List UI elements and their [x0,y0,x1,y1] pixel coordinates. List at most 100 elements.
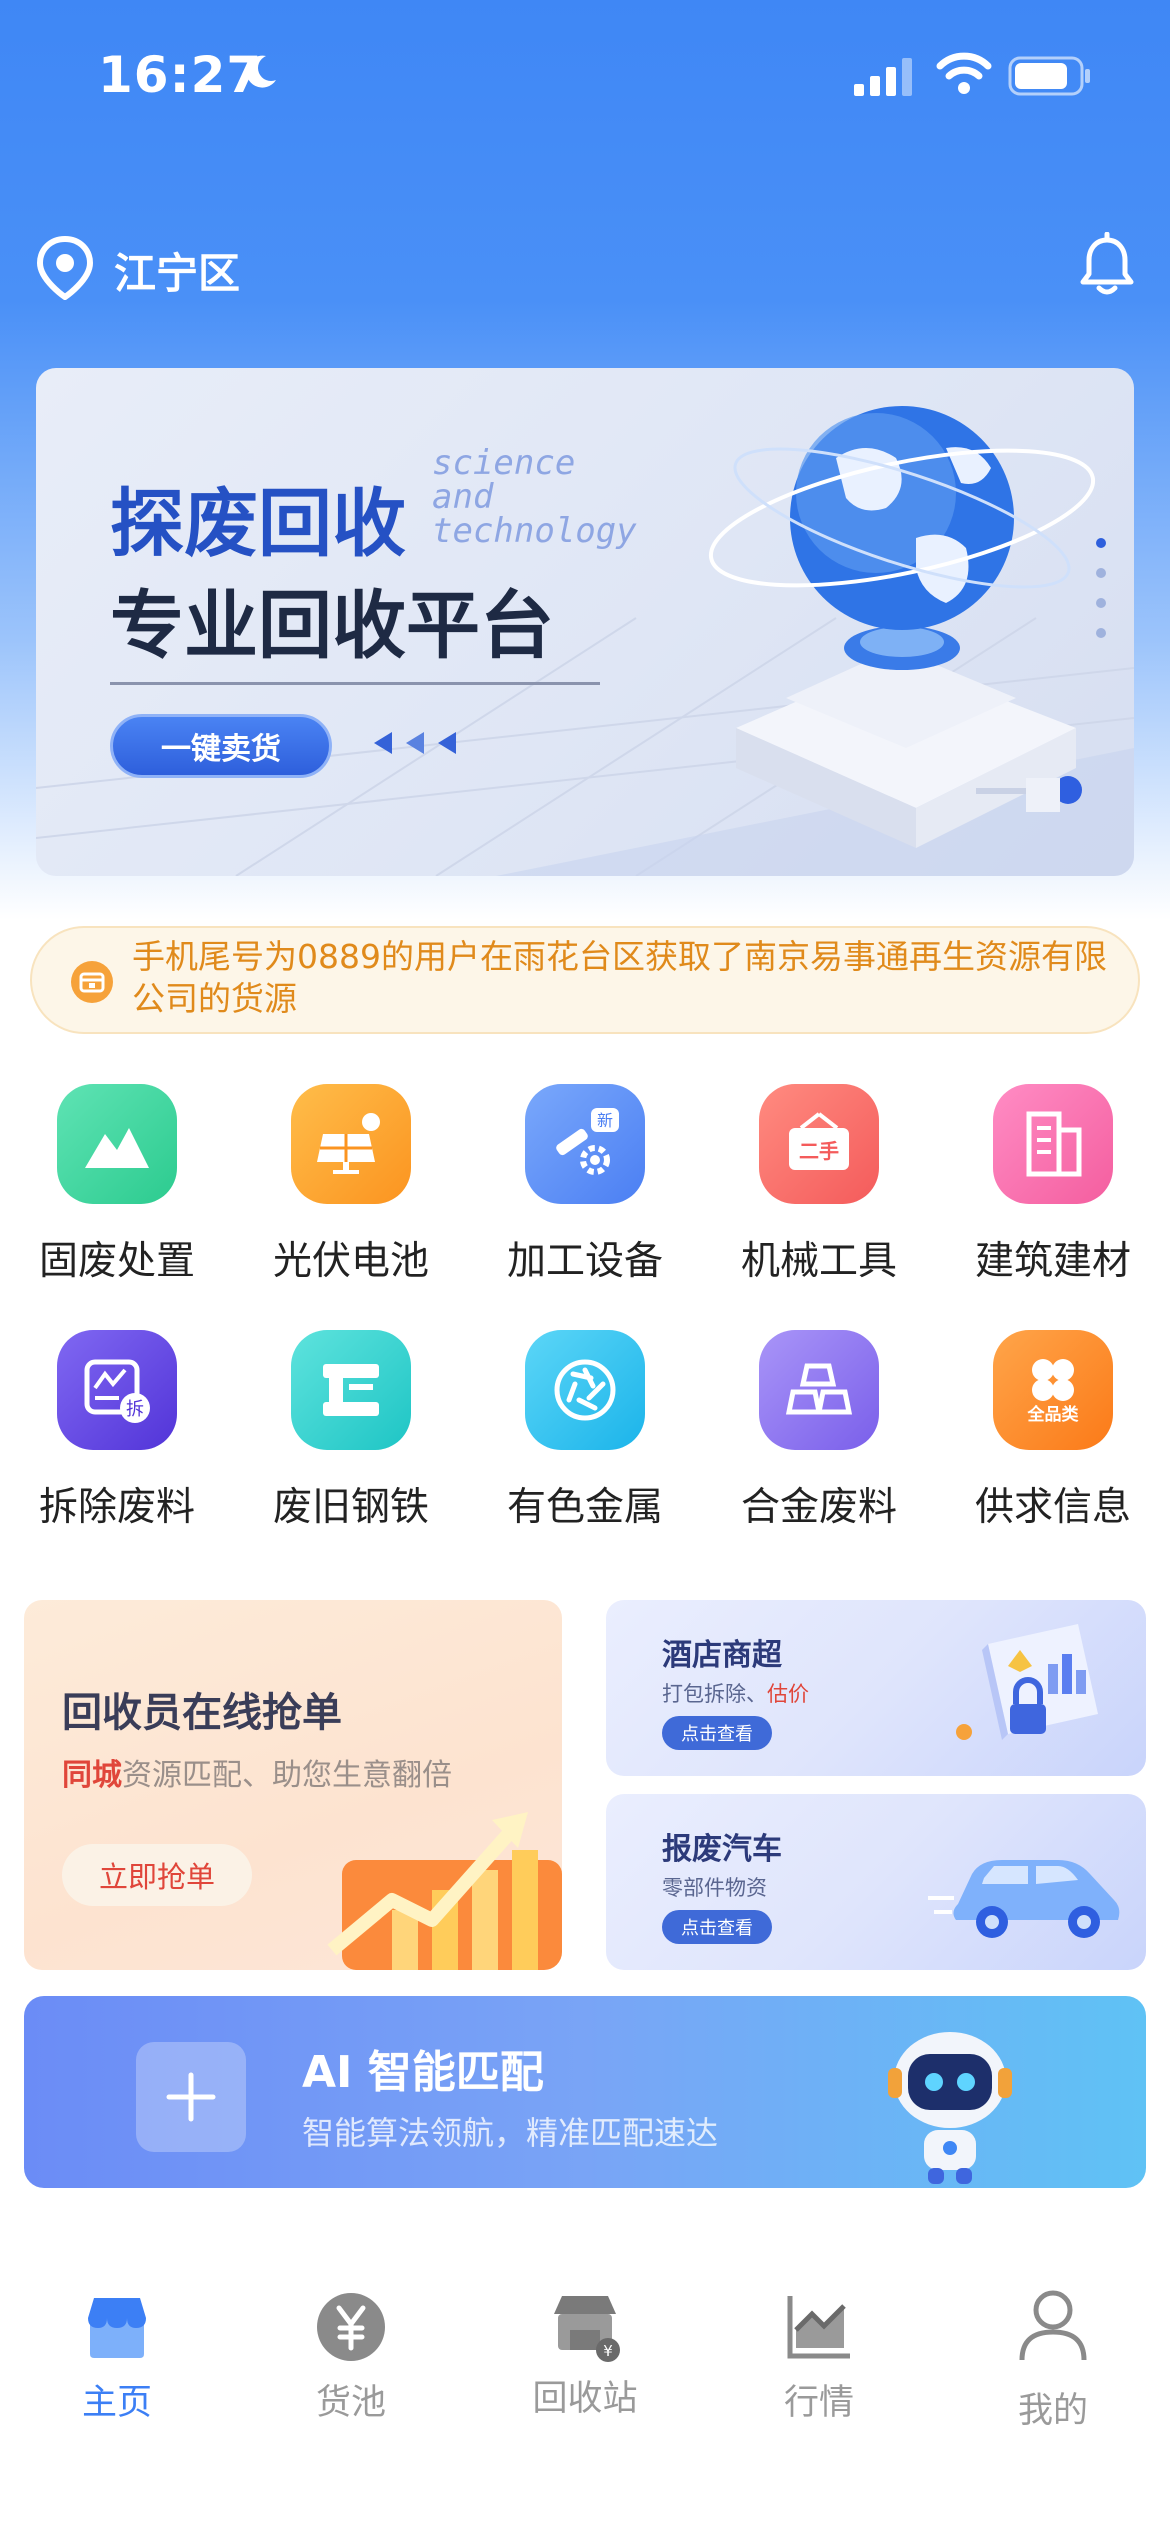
ai-match-title: AI 智能匹配 [302,2047,544,2098]
tab-profile-label: 我的 [1017,2391,1088,2431]
banner-tagline: science and technology [432,446,637,548]
category-label: 有色金属 [506,1485,663,1530]
banner-title-line2: 专业回收平台 [110,583,554,669]
promo-banner[interactable]: 探废回收 science and technology 专业回收平台 一键卖货 [36,368,1134,876]
banner-divider [110,682,600,685]
hotel-supermarket-card[interactable]: 酒店商超 打包拆除、估价 点击查看 [606,1600,1146,1776]
recycle-station-icon: ¥ [554,2296,620,2362]
svg-text:¥: ¥ [603,2342,613,2360]
tab-home[interactable]: 主页 [0,2290,234,2440]
activity-notice-text: 手机尾号为0889的用户在雨花台区获取了南京易事通再生资源有限公司的货源 [132,937,1107,1018]
tab-recycle-station[interactable]: ¥ 回收站 [468,2290,702,2440]
location-selector[interactable]: 江宁区 [114,240,240,301]
category-alloy-waste[interactable]: 合金废料 [702,1326,936,1556]
category-label: 供求信息 [974,1485,1131,1530]
category-label: 建筑建材 [974,1239,1131,1284]
machine-arm-icon: 新 [525,1084,645,1204]
location-pin-icon[interactable] [36,236,94,300]
ai-add-button[interactable] [136,2042,246,2152]
grab-order-button[interactable]: 立即抢单 [62,1844,252,1906]
yuan-coin-icon [317,2293,385,2361]
hotel-card-subtitle: 打包拆除、估价 [662,1678,809,1708]
category-solar-battery[interactable]: 光伏电池 [234,1080,468,1310]
bell-icon[interactable] [1078,232,1136,298]
aperture-icon [525,1330,645,1450]
category-scrap-steel[interactable]: 废旧钢铁 [234,1326,468,1556]
banner-dot[interactable] [1096,568,1106,578]
cellular-signal-icon [854,58,912,96]
bottom-tab-bar: 主页 货池 ¥ 回收站 行情 我的 [0,2260,1170,2532]
car-view-button[interactable]: 点击查看 [662,1910,772,1944]
clover-icon: 全品类 [993,1330,1113,1450]
shop-notice-icon [71,961,113,1003]
banner-pagination [1096,538,1110,688]
banner-tagline-3: technology [432,511,637,551]
user-icon [1019,2290,1087,2361]
category-label: 加工设备 [506,1239,663,1284]
tab-recycle-station-label: 回收站 [532,2379,638,2419]
category-solid-waste[interactable]: 固废处置 [0,1080,234,1310]
car-card-subtitle: 零部件物资 [662,1876,767,1900]
scrap-car-card[interactable]: 报废汽车 零部件物资 点击查看 [606,1794,1146,1970]
category-label: 光伏电池 [272,1239,429,1284]
alloy-bars-icon [759,1330,879,1450]
car-card-title: 报废汽车 [662,1832,782,1867]
demolition-icon: 拆 [57,1330,177,1450]
arrows-left-icon [374,732,456,754]
ai-match-subtitle: 智能算法领航，精准匹配速达 [302,2114,719,2152]
status-time: 16:27 [98,46,263,104]
quick-sell-button[interactable]: 一键卖货 [110,714,332,778]
category-label: 拆除废料 [38,1485,195,1530]
category-processing-equipment[interactable]: 新 加工设备 [468,1080,702,1310]
ai-match-card[interactable]: AI 智能匹配 智能算法领航，精准匹配速达 [24,1996,1146,2188]
tab-market[interactable]: 行情 [702,2290,936,2440]
wifi-icon [936,52,992,94]
mountain-icon [57,1084,177,1204]
tab-profile[interactable]: 我的 [936,2290,1170,2440]
hotel-card-title: 酒店商超 [662,1638,782,1673]
store-lock-illustration [956,1624,1098,1740]
growth-chart-illustration [327,1812,562,1970]
tab-cargo-pool-label: 货池 [315,2383,386,2423]
banner-dot[interactable] [1096,628,1106,638]
activity-notice-bar[interactable]: 手机尾号为0889的用户在雨花台区获取了南京易事通再生资源有限公司的货源 [30,926,1140,1034]
banner-tagline-2: and [432,477,494,517]
grab-order-subtitle-rest: 资源匹配、助您生意翻倍 [122,1758,452,1793]
tab-home-label: 主页 [81,2383,152,2423]
category-building-materials[interactable]: 建筑建材 [936,1080,1170,1310]
market-chart-icon [787,2296,850,2359]
grab-order-highlight: 同城 [62,1758,122,1793]
globe-illustration [708,406,1096,848]
badge-second-hand: 二手 [799,1139,839,1163]
location-header: 江宁区 [36,232,1136,302]
banner-tagline-1: science [432,443,576,483]
grab-order-card[interactable]: 回收员在线抢单 同城资源匹配、助您生意翻倍 立即抢单 [24,1600,562,1970]
category-label: 合金废料 [740,1485,897,1530]
second-hand-sign-icon: 二手 [759,1084,879,1204]
hotel-view-button[interactable]: 点击查看 [662,1716,772,1750]
category-demolition-waste[interactable]: 拆 拆除废料 [0,1326,234,1556]
category-label: 机械工具 [740,1239,897,1284]
battery-icon [1008,56,1090,96]
grab-order-subtitle: 同城资源匹配、助您生意翻倍 [62,1750,452,1794]
tab-market-label: 行情 [783,2383,854,2423]
robot-icon [888,2032,1012,2184]
category-machinery-tools[interactable]: 二手 机械工具 [702,1080,936,1310]
status-bar: 16:27 [0,0,1170,150]
banner-dot[interactable] [1096,598,1106,608]
plus-icon [166,2072,216,2122]
hotel-card-subtitle-prefix: 打包拆除、 [662,1682,767,1706]
banner-dot-active[interactable] [1096,538,1106,548]
shop-icon [88,2298,146,2358]
moon-icon [246,55,276,88]
car-illustration [928,1860,1120,1938]
category-nonferrous-metal[interactable]: 有色金属 [468,1326,702,1556]
tab-cargo-pool[interactable]: 货池 [234,2290,468,2440]
category-supply-demand[interactable]: 全品类 供求信息 [936,1326,1170,1556]
badge-new: 新 [597,1111,613,1130]
grab-order-title: 回收员在线抢单 [62,1690,342,1736]
badge-demolish: 拆 [126,1399,144,1420]
hotel-card-subtitle-highlight: 估价 [767,1682,809,1706]
building-icon [993,1084,1113,1204]
steel-icon [291,1330,411,1450]
